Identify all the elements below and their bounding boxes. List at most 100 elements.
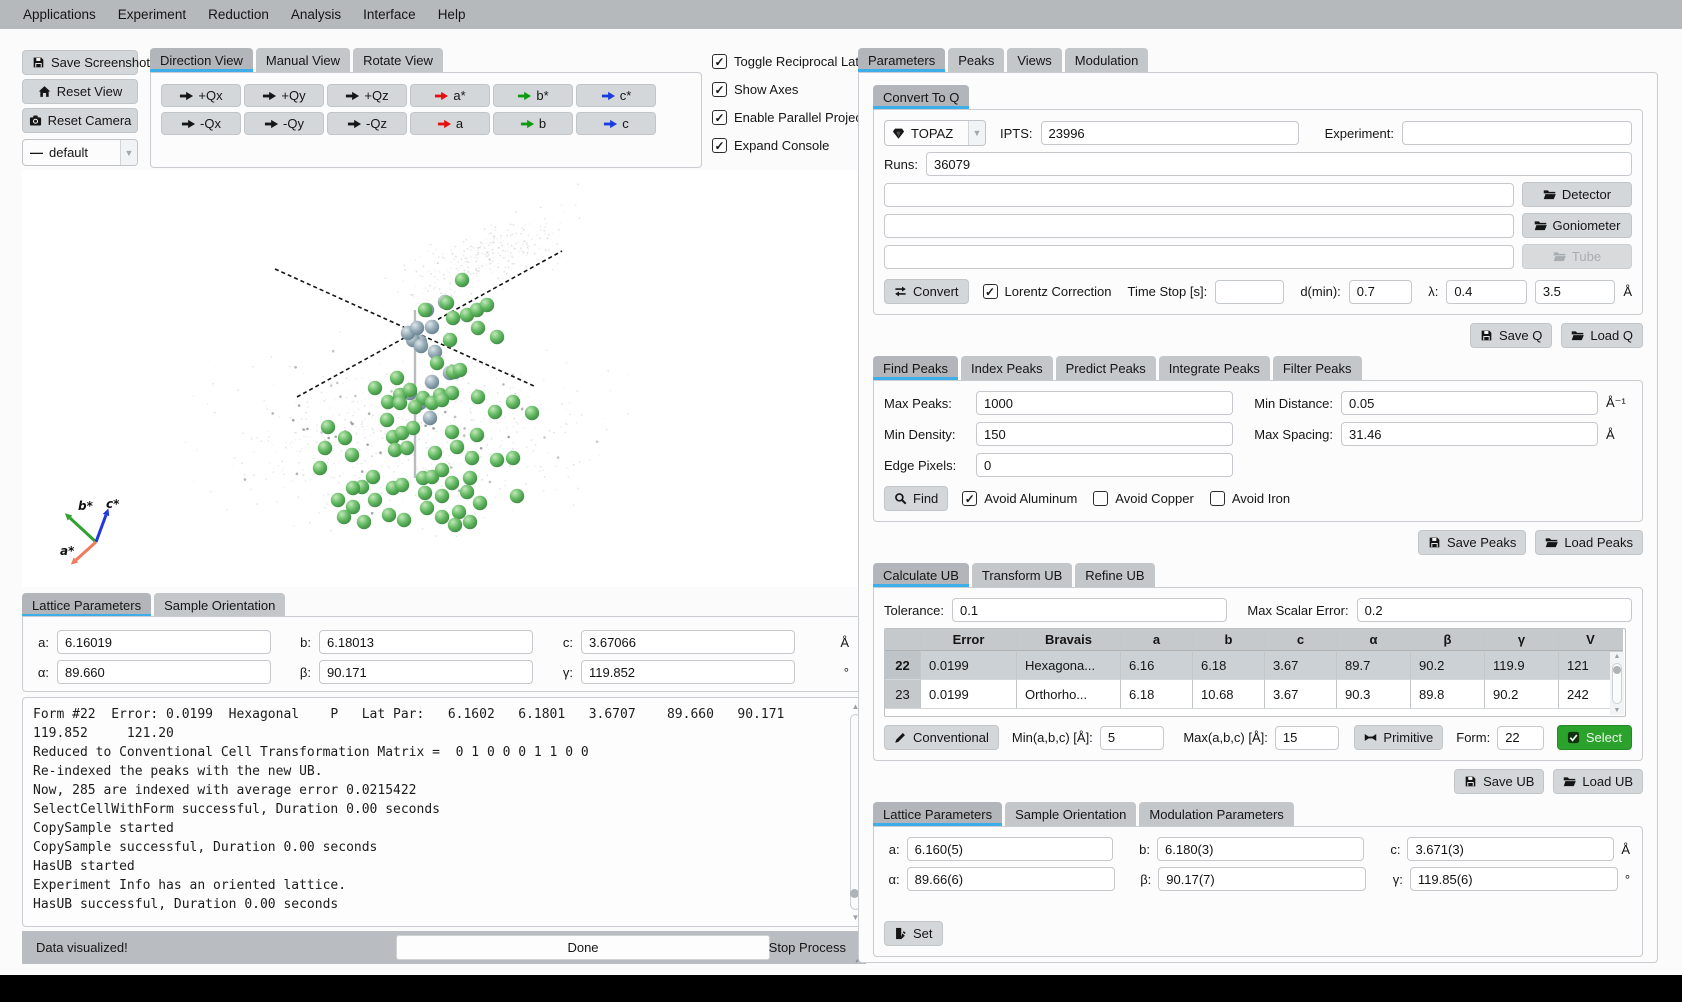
scroll-down-icon[interactable]: ▼ <box>1610 707 1624 714</box>
table-cell[interactable]: 10.68 <box>1193 680 1265 709</box>
ipts-field[interactable] <box>1041 121 1299 145</box>
table-row-form-22[interactable]: 220.0199Hexagona...6.166.183.6789.790.21… <box>885 651 1625 680</box>
table-cell[interactable]: 6.18 <box>1121 680 1193 709</box>
tab-index-peaks[interactable]: Index Peaks <box>961 356 1053 380</box>
max-spacing-field[interactable] <box>1341 422 1598 446</box>
tab-refine-ub[interactable]: Refine UB <box>1075 563 1154 587</box>
c-result-field[interactable] <box>1407 837 1614 861</box>
tab-lattice-parameters[interactable]: Lattice Parameters <box>22 593 151 617</box>
table-cell[interactable]: 0.0199 <box>921 651 1017 680</box>
table-row-form-23[interactable]: 230.0199Orthorho...6.1810.683.6790.389.8… <box>885 680 1625 709</box>
tab-find-peaks[interactable]: Find Peaks <box>873 356 958 380</box>
tab-direction-view[interactable]: Direction View <box>150 48 253 72</box>
tab-peaks[interactable]: Peaks <box>948 48 1004 72</box>
instrument-select[interactable]: TOPAZ ▼ <box>884 120 986 146</box>
tab-rotate-view[interactable]: Rotate View <box>353 48 443 72</box>
find-button[interactable]: Find <box>884 486 948 511</box>
tab-modulation-parameters[interactable]: Modulation Parameters <box>1139 802 1293 826</box>
tab-views[interactable]: Views <box>1007 48 1061 72</box>
alpha-field[interactable] <box>57 660 271 684</box>
direction-button-plusminus-qx[interactable]: +Qx <box>161 84 241 107</box>
c-field[interactable] <box>581 630 795 654</box>
scroll-up-icon[interactable]: ▲ <box>1610 653 1624 660</box>
gamma-field[interactable] <box>581 660 795 684</box>
primitive-button[interactable]: Primitive <box>1354 725 1443 750</box>
detector-file-field[interactable] <box>884 183 1514 207</box>
table-cell[interactable]: 90.2 <box>1485 680 1559 709</box>
menu-item-help[interactable]: Help <box>427 0 477 29</box>
set-button[interactable]: Set <box>884 921 943 946</box>
goniometer-button[interactable]: Goniometer <box>1522 213 1632 238</box>
direction-button-cstar[interactable]: c* <box>576 84 656 107</box>
b-field[interactable] <box>319 630 533 654</box>
menu-item-reduction[interactable]: Reduction <box>197 0 280 29</box>
checkbox-avoid-copper[interactable]: Avoid Copper <box>1093 491 1194 506</box>
save-screenshot-button[interactable]: Save Screenshot <box>22 50 138 75</box>
min-density-field[interactable] <box>976 422 1233 446</box>
alpha-result-field[interactable] <box>907 867 1115 891</box>
direction-button-minus-qy[interactable]: -Qy <box>244 112 324 135</box>
direction-button-minus-qz[interactable]: -Qz <box>327 112 407 135</box>
table-cell[interactable]: 3.67 <box>1265 680 1337 709</box>
load-ub-button[interactable]: Load UB <box>1553 769 1643 794</box>
table-cell[interactable]: 3.67 <box>1265 651 1337 680</box>
lambda-max-field[interactable] <box>1535 280 1616 304</box>
table-cell[interactable]: 90.2 <box>1411 651 1485 680</box>
direction-button-a[interactable]: a <box>410 112 490 135</box>
direction-button-plusminus-qy[interactable]: +Qy <box>244 84 324 107</box>
lambda-min-field[interactable] <box>1446 280 1527 304</box>
direction-button-astar[interactable]: a* <box>410 84 490 107</box>
table-cell[interactable]: 89.7 <box>1337 651 1411 680</box>
table-cell[interactable]: Orthorho... <box>1017 680 1121 709</box>
tab-lattice-parameters[interactable]: Lattice Parameters <box>873 802 1002 826</box>
camera-preset-select[interactable]: — default ▼ <box>22 139 138 166</box>
tube-file-field[interactable] <box>884 245 1514 269</box>
table-cell[interactable]: 0.0199 <box>921 680 1017 709</box>
save-peaks-button[interactable]: Save Peaks <box>1418 530 1526 555</box>
menu-item-experiment[interactable]: Experiment <box>107 0 197 29</box>
tab-parameters[interactable]: Parameters <box>858 48 945 72</box>
3d-viewport[interactable]: b*c*a* <box>22 170 866 587</box>
experiment-field[interactable] <box>1402 121 1632 145</box>
tab-sample-orientation[interactable]: Sample Orientation <box>154 593 285 617</box>
gamma-result-field[interactable] <box>1410 867 1618 891</box>
tolerance-field[interactable] <box>952 598 1227 622</box>
beta-result-field[interactable] <box>1158 867 1366 891</box>
lorentz-checkbox[interactable]: ✓ Lorentz Correction <box>983 284 1112 299</box>
save-q-button[interactable]: Save Q <box>1470 323 1552 348</box>
form-field[interactable] <box>1497 726 1544 750</box>
min-abc-field[interactable] <box>1100 726 1165 750</box>
beta-field[interactable] <box>319 660 533 684</box>
time-stop-field[interactable] <box>1215 280 1284 304</box>
a-result-field[interactable] <box>907 837 1114 861</box>
reset-camera-button[interactable]: Reset Camera <box>22 108 138 133</box>
table-cell[interactable]: 6.18 <box>1193 651 1265 680</box>
row-header[interactable]: 23 <box>885 680 921 709</box>
tab-integrate-peaks[interactable]: Integrate Peaks <box>1159 356 1270 380</box>
goniometer-file-field[interactable] <box>884 214 1514 238</box>
detector-button[interactable]: Detector <box>1522 182 1632 207</box>
tab-modulation[interactable]: Modulation <box>1065 48 1149 72</box>
direction-button-minus-qx[interactable]: -Qx <box>161 112 241 135</box>
conventional-button[interactable]: Conventional <box>884 725 999 750</box>
row-header[interactable]: 22 <box>885 651 921 680</box>
tab-predict-peaks[interactable]: Predict Peaks <box>1056 356 1156 380</box>
runs-field[interactable] <box>926 152 1632 176</box>
max-scalar-error-field[interactable] <box>1357 598 1632 622</box>
direction-button-c[interactable]: c <box>576 112 656 135</box>
menu-item-interface[interactable]: Interface <box>352 0 427 29</box>
direction-button-bstar[interactable]: b* <box>493 84 573 107</box>
load-q-button[interactable]: Load Q <box>1561 323 1643 348</box>
tab-filter-peaks[interactable]: Filter Peaks <box>1273 356 1362 380</box>
max-abc-field[interactable] <box>1275 726 1340 750</box>
checkbox-avoid-aluminum[interactable]: ✓Avoid Aluminum <box>962 491 1077 506</box>
checkbox-avoid-iron[interactable]: Avoid Iron <box>1210 491 1290 506</box>
tab-transform-ub[interactable]: Transform UB <box>972 563 1072 587</box>
max-peaks-field[interactable] <box>976 391 1233 415</box>
menu-item-applications[interactable]: Applications <box>12 0 107 29</box>
tab-manual-view[interactable]: Manual View <box>256 48 350 72</box>
select-button[interactable]: Select <box>1557 725 1632 750</box>
menu-item-analysis[interactable]: Analysis <box>280 0 352 29</box>
save-ub-button[interactable]: Save UB <box>1454 769 1544 794</box>
tab-calculate-ub[interactable]: Calculate UB <box>873 563 969 587</box>
